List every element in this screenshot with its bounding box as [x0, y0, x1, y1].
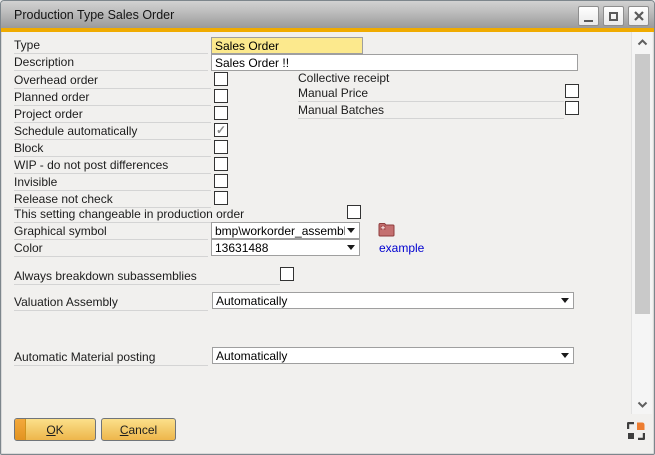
valuation-assembly-value: Automatically — [216, 294, 559, 308]
ok-button[interactable]: OK — [14, 418, 96, 441]
graphical-symbol-label: Graphical symbol — [14, 224, 208, 240]
dialog-window: Production Type Sales Order Type Descrip… — [0, 0, 655, 455]
valuation-assembly-dropdown[interactable]: Automatically — [212, 292, 574, 309]
checkbox-overhead-order[interactable] — [214, 72, 228, 86]
type-input[interactable] — [211, 37, 363, 54]
minimize-icon — [584, 20, 593, 22]
checkbox-label-project-order: Project order — [14, 107, 211, 123]
checkbox-label-block: Block — [14, 141, 211, 157]
dropdown-arrow-icon — [561, 298, 569, 303]
checkbox-label-manual-price: Manual Price — [298, 86, 564, 102]
checkbox-manual-price[interactable] — [565, 84, 579, 98]
titlebar[interactable]: Production Type Sales Order — [1, 1, 654, 28]
dropdown-arrow-icon — [347, 228, 355, 233]
ok-label-rest: K — [56, 423, 64, 437]
collective-receipt-heading: Collective receipt — [298, 71, 564, 87]
close-icon — [634, 11, 644, 21]
graphical-symbol-value: bmp\workorder_assembly_re — [215, 224, 345, 238]
form-area: Type Description Overhead order Planned … — [1, 32, 654, 414]
ok-label: O — [46, 423, 55, 437]
valuation-assembly-label: Valuation Assembly — [14, 295, 208, 311]
checkbox-invisible[interactable] — [214, 174, 228, 188]
scroll-down-button[interactable] — [634, 397, 651, 411]
cancel-label-rest: ancel — [128, 423, 157, 437]
dropdown-arrow-icon — [561, 353, 569, 358]
dropdown-arrow-icon — [347, 245, 355, 250]
checkbox-manual-batches[interactable] — [565, 101, 579, 115]
scroll-down-icon — [637, 401, 648, 408]
window-title: Production Type Sales Order — [14, 8, 174, 22]
description-label: Description — [14, 55, 208, 71]
maximize-icon — [609, 12, 618, 21]
scrollbar-thumb[interactable] — [635, 54, 650, 314]
checkbox-always-breakdown[interactable] — [280, 267, 294, 281]
material-posting-dropdown[interactable]: Automatically — [212, 347, 574, 364]
color-example-preview: example — [379, 241, 424, 255]
checkbox-label-overhead-order: Overhead order — [14, 73, 211, 89]
checkbox-label-always-breakdown: Always breakdown subassemblies — [14, 269, 280, 285]
graphical-symbol-dropdown[interactable]: bmp\workorder_assembly_re — [211, 222, 360, 239]
checkbox-schedule-automatically[interactable]: ✓ — [214, 123, 228, 137]
scroll-up-button[interactable] — [634, 35, 651, 49]
checkbox-release-not-check[interactable] — [214, 191, 228, 205]
cancel-button[interactable]: Cancel — [101, 418, 176, 441]
checkbox-wip[interactable] — [214, 157, 228, 171]
folder-icon — [378, 222, 396, 237]
window-controls — [578, 6, 649, 26]
material-posting-label: Automatic Material posting — [14, 350, 208, 366]
checkmark: ✓ — [216, 124, 226, 136]
ok-button-focus-stripe — [15, 419, 26, 440]
footer-bar: OK Cancel — [1, 414, 654, 454]
checkbox-label-invisible: Invisible — [14, 175, 211, 191]
minimize-button[interactable] — [578, 6, 599, 26]
checkbox-label-wip: WIP - do not post differences — [14, 158, 211, 174]
color-label: Color — [14, 241, 208, 257]
close-button[interactable] — [628, 6, 649, 26]
checkbox-setting-changeable[interactable] — [347, 205, 361, 219]
scroll-up-icon — [637, 39, 648, 46]
checkbox-project-order[interactable] — [214, 106, 228, 120]
checkbox-label-planned-order: Planned order — [14, 90, 211, 106]
checkbox-label-release-not-check: Release not check — [14, 192, 211, 208]
material-posting-value: Automatically — [216, 349, 559, 363]
color-dropdown[interactable]: 13631488 — [211, 239, 360, 256]
type-label: Type — [14, 38, 208, 54]
checkbox-label-manual-batches: Manual Batches — [298, 103, 564, 119]
description-input[interactable] — [211, 54, 578, 71]
vertical-scrollbar[interactable] — [631, 32, 652, 414]
checkbox-block[interactable] — [214, 140, 228, 154]
checkbox-label-setting-changeable: This setting changeable in production or… — [14, 207, 347, 223]
checkbox-label-schedule-automatically: Schedule automatically — [14, 124, 211, 140]
color-value: 13631488 — [215, 241, 345, 255]
maximize-button[interactable] — [603, 6, 624, 26]
checkbox-planned-order[interactable] — [214, 89, 228, 103]
resize-grip-icon[interactable] — [627, 422, 645, 440]
